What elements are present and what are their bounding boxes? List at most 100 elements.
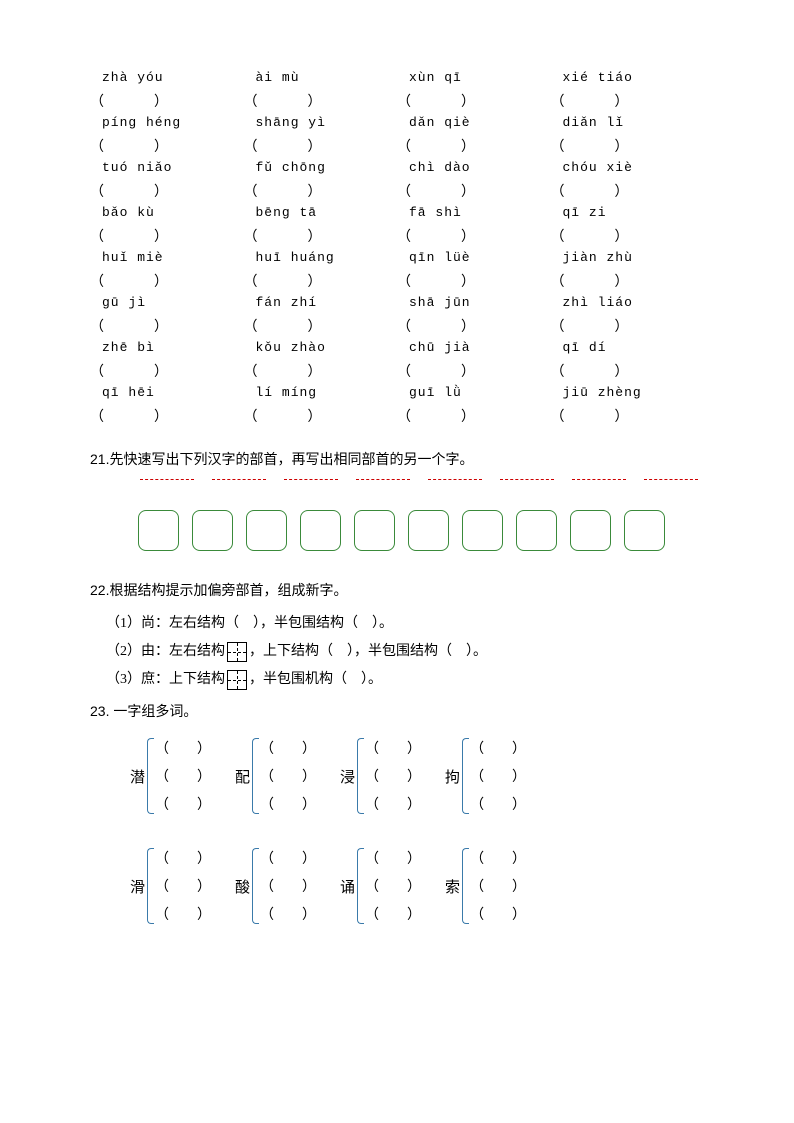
answer-boxes	[90, 510, 704, 551]
paren: （ ）	[551, 316, 705, 336]
dash-blank	[284, 478, 338, 480]
dash-blank	[500, 478, 554, 480]
pinyin: fán zhí	[244, 295, 398, 310]
answer-dashes	[90, 478, 704, 480]
answer-box	[246, 510, 287, 551]
pinyin: chóu xiè	[551, 160, 705, 175]
pinyin: xùn qī	[397, 70, 551, 85]
paren: （ ）	[397, 91, 551, 111]
pinyin: chū jià	[397, 340, 551, 355]
paren: （ ）	[244, 136, 398, 156]
pinyin: huǐ miè	[90, 250, 244, 265]
q22-item-1: （1）尚：左右结构（ ），半包围结构（ ）。	[90, 610, 704, 638]
paren: （ ）	[551, 181, 705, 201]
dash-blank	[572, 478, 626, 480]
pinyin: zhì liáo	[551, 295, 705, 310]
question-22: 22.根据结构提示加偏旁部首，组成新字。	[90, 579, 704, 603]
answer-box	[624, 510, 665, 551]
answer-box	[408, 510, 449, 551]
pinyin: fǔ chōng	[244, 160, 398, 175]
pinyin-grid: zhà yóu（ ） ài mù（ ） xùn qī（ ） xié tiáo（ …	[90, 70, 704, 430]
char: 拘	[445, 766, 460, 787]
pinyin: bǎo kù	[90, 205, 244, 220]
paren: （ ）	[244, 181, 398, 201]
tian-box-icon	[227, 642, 247, 662]
question-21: 21.先快速写出下列汉字的部首，再写出相同部首的另一个字。	[90, 448, 704, 472]
char: 滑	[130, 876, 145, 897]
pinyin: qī dí	[551, 340, 705, 355]
char: 酸	[235, 876, 250, 897]
pinyin: zhē bì	[90, 340, 244, 355]
dash-blank	[428, 478, 482, 480]
answer-box	[516, 510, 557, 551]
answer-box	[570, 510, 611, 551]
paren: （ ）	[397, 226, 551, 246]
pinyin: kǒu zhào	[244, 340, 398, 355]
pinyin: huī huáng	[244, 250, 398, 265]
q22-item-2: （2）由：左右结构，上下结构（ ），半包围结构（ ）。	[90, 638, 704, 666]
paren: （ ）	[551, 271, 705, 291]
dash-blank	[356, 478, 410, 480]
char: 浸	[340, 766, 355, 787]
paren: （ ）	[244, 361, 398, 381]
answer-box	[138, 510, 179, 551]
pinyin: jiàn zhù	[551, 250, 705, 265]
pinyin: lí míng	[244, 385, 398, 400]
q23-row-2: 滑（ ）（ ）（ ） 酸（ ）（ ）（ ） 诵（ ）（ ）（ ） 索（ ）（ ）…	[90, 844, 704, 928]
pinyin: qīn lüè	[397, 250, 551, 265]
answer-box	[354, 510, 395, 551]
paren: （ ）	[244, 406, 398, 426]
q21-text: 先快速写出下列汉字的部首，再写出相同部首的另一个字。	[109, 453, 473, 468]
pinyin: shā jūn	[397, 295, 551, 310]
pinyin: ài mù	[244, 70, 398, 85]
char: 诵	[340, 876, 355, 897]
pinyin: qī zi	[551, 205, 705, 220]
paren: （ ）	[90, 226, 244, 246]
pinyin: zhà yóu	[90, 70, 244, 85]
paren: （ ）	[551, 226, 705, 246]
paren: （ ）	[397, 136, 551, 156]
char: 潜	[130, 766, 145, 787]
paren: （ ）	[90, 361, 244, 381]
pinyin: dǎn qiè	[397, 115, 551, 130]
tian-box-icon	[227, 670, 247, 690]
pinyin: gū jì	[90, 295, 244, 310]
pinyin: shāng yì	[244, 115, 398, 130]
pinyin: chì dào	[397, 160, 551, 175]
q23-row-1: 潜（ ）（ ）（ ） 配（ ）（ ）（ ） 浸（ ）（ ）（ ） 拘（ ）（ ）…	[90, 734, 704, 818]
paren: （ ）	[90, 91, 244, 111]
pinyin: píng héng	[90, 115, 244, 130]
question-23: 23. 一字组多词。	[90, 700, 704, 724]
pinyin: qī hēi	[90, 385, 244, 400]
answer-box	[462, 510, 503, 551]
paren: （ ）	[90, 136, 244, 156]
pinyin: diǎn lǐ	[551, 115, 705, 130]
paren: （ ）	[397, 406, 551, 426]
paren: （ ）	[551, 136, 705, 156]
q22-title: 根据结构提示加偏旁部首，组成新字。	[109, 584, 347, 599]
pinyin: bēng tā	[244, 205, 398, 220]
char: 配	[235, 766, 250, 787]
paren: （ ）	[397, 316, 551, 336]
paren: （ ）	[244, 316, 398, 336]
pinyin: guī lǜ	[397, 385, 551, 400]
dash-blank	[140, 478, 194, 480]
paren: （ ）	[551, 406, 705, 426]
paren: （ ）	[397, 181, 551, 201]
paren: （ ）	[90, 316, 244, 336]
paren: （ ）	[90, 181, 244, 201]
dash-blank	[644, 478, 698, 480]
dash-blank	[212, 478, 266, 480]
answer-box	[300, 510, 341, 551]
paren: （ ）	[397, 361, 551, 381]
paren: （ ）	[551, 361, 705, 381]
paren: （ ）	[244, 271, 398, 291]
paren: （ ）	[551, 91, 705, 111]
pinyin: tuó niǎo	[90, 160, 244, 175]
paren: （ ）	[90, 406, 244, 426]
char: 索	[445, 876, 460, 897]
paren: （ ）	[244, 91, 398, 111]
paren: （ ）	[244, 226, 398, 246]
paren: （ ）	[90, 271, 244, 291]
pinyin: fā shì	[397, 205, 551, 220]
